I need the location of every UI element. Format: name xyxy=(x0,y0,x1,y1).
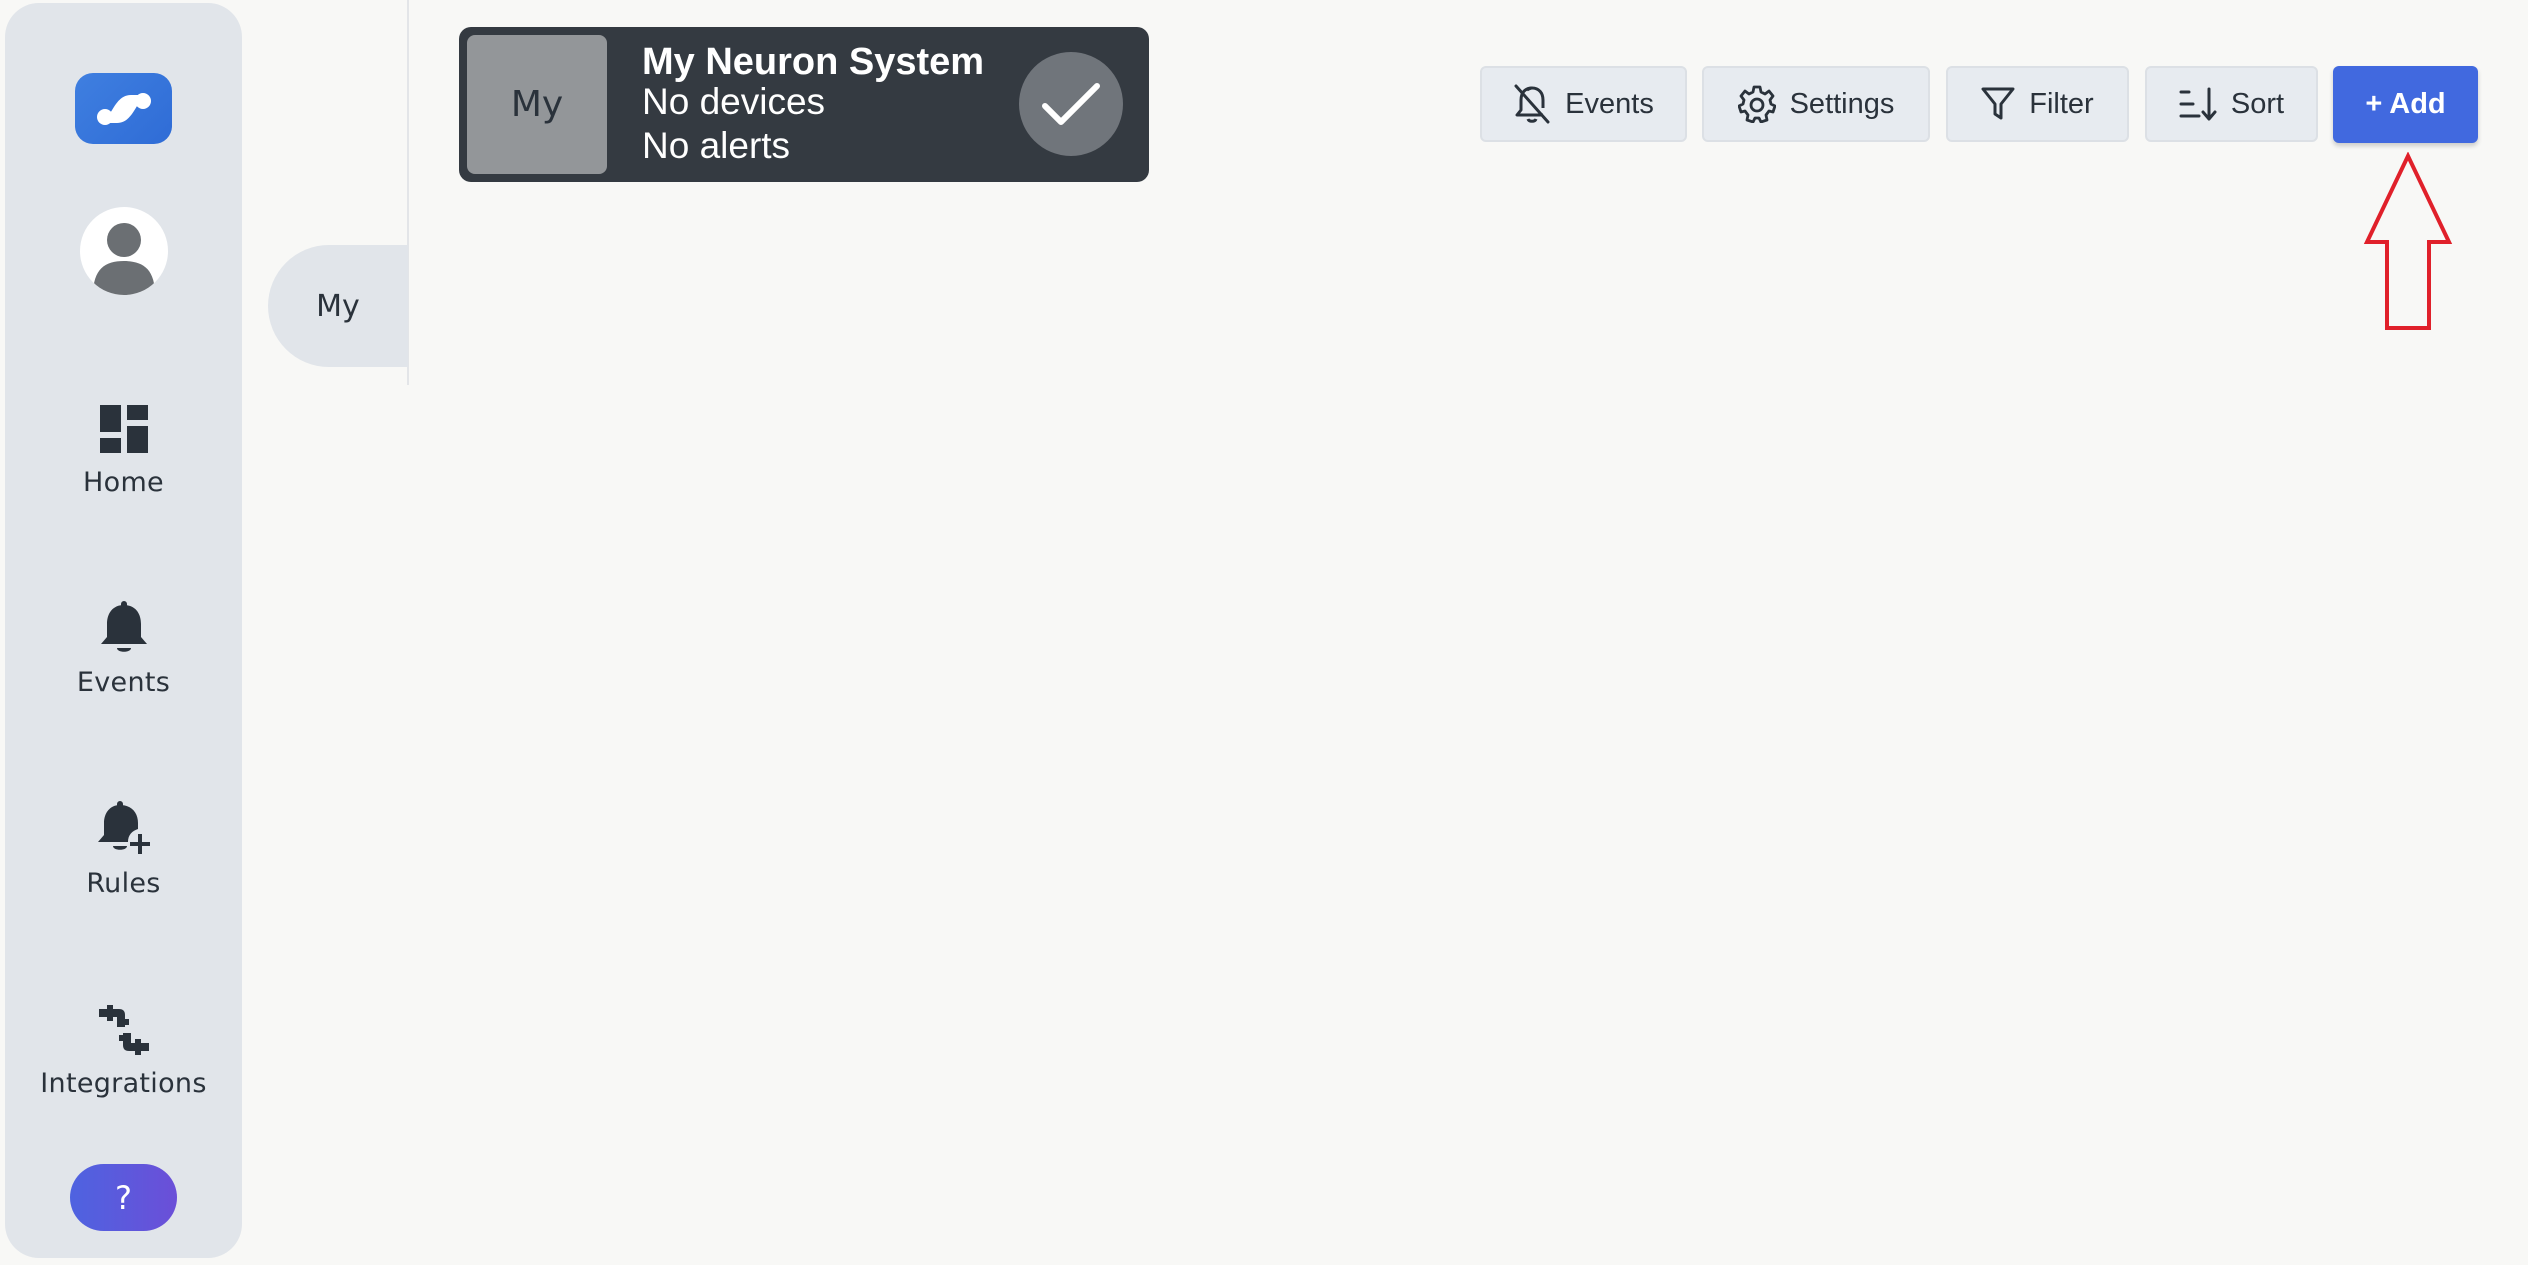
system-alerts-status: No alerts xyxy=(642,125,791,166)
nav-integrations[interactable]: Integrations xyxy=(5,1000,242,1099)
sidebar: Home Events Rules Integrations ? xyxy=(5,3,242,1258)
filter-button[interactable]: Filter xyxy=(1946,66,2129,142)
nav-rules[interactable]: Rules xyxy=(5,800,242,899)
sort-button-label: Sort xyxy=(2230,87,2285,120)
nav-events-label: Events xyxy=(76,667,171,698)
gear-icon xyxy=(1737,85,1776,123)
user-icon xyxy=(93,223,155,295)
rail-tab-my[interactable]: My xyxy=(268,245,408,367)
events-button-label: Events xyxy=(1565,87,1654,120)
sort-icon xyxy=(2179,87,2217,121)
events-button[interactable]: Events xyxy=(1480,66,1687,142)
nav-integrations-label: Integrations xyxy=(40,1068,207,1099)
system-title: My Neuron System xyxy=(642,41,985,83)
settings-button-label: Settings xyxy=(1789,87,1895,120)
check-icon xyxy=(1019,52,1123,156)
nav-home[interactable]: Home xyxy=(5,399,242,498)
filter-button-label: Filter xyxy=(2029,87,2094,120)
bell-icon xyxy=(94,599,154,659)
help-button[interactable]: ? xyxy=(70,1164,177,1231)
user-avatar[interactable] xyxy=(80,207,168,295)
bell-off-icon xyxy=(1514,84,1550,124)
dashboard-icon xyxy=(94,399,154,459)
filter-icon xyxy=(1981,87,2015,120)
annotation-arrow-icon xyxy=(2363,152,2453,330)
integrations-icon xyxy=(94,1000,154,1060)
nav-home-label: Home xyxy=(83,467,164,498)
app-logo[interactable] xyxy=(75,73,172,144)
system-devices-status: No devices xyxy=(642,81,826,122)
system-card[interactable]: My My Neuron System No devices No alerts xyxy=(459,27,1149,182)
logo-icon xyxy=(96,92,151,125)
bell-plus-icon xyxy=(94,800,154,860)
settings-button[interactable]: Settings xyxy=(1702,66,1930,142)
nav-rules-label: Rules xyxy=(86,868,161,899)
add-button[interactable]: + Add xyxy=(2333,66,2478,143)
sort-button[interactable]: Sort xyxy=(2145,66,2318,142)
system-thumbnail: My xyxy=(467,35,607,174)
nav-events[interactable]: Events xyxy=(5,599,242,698)
